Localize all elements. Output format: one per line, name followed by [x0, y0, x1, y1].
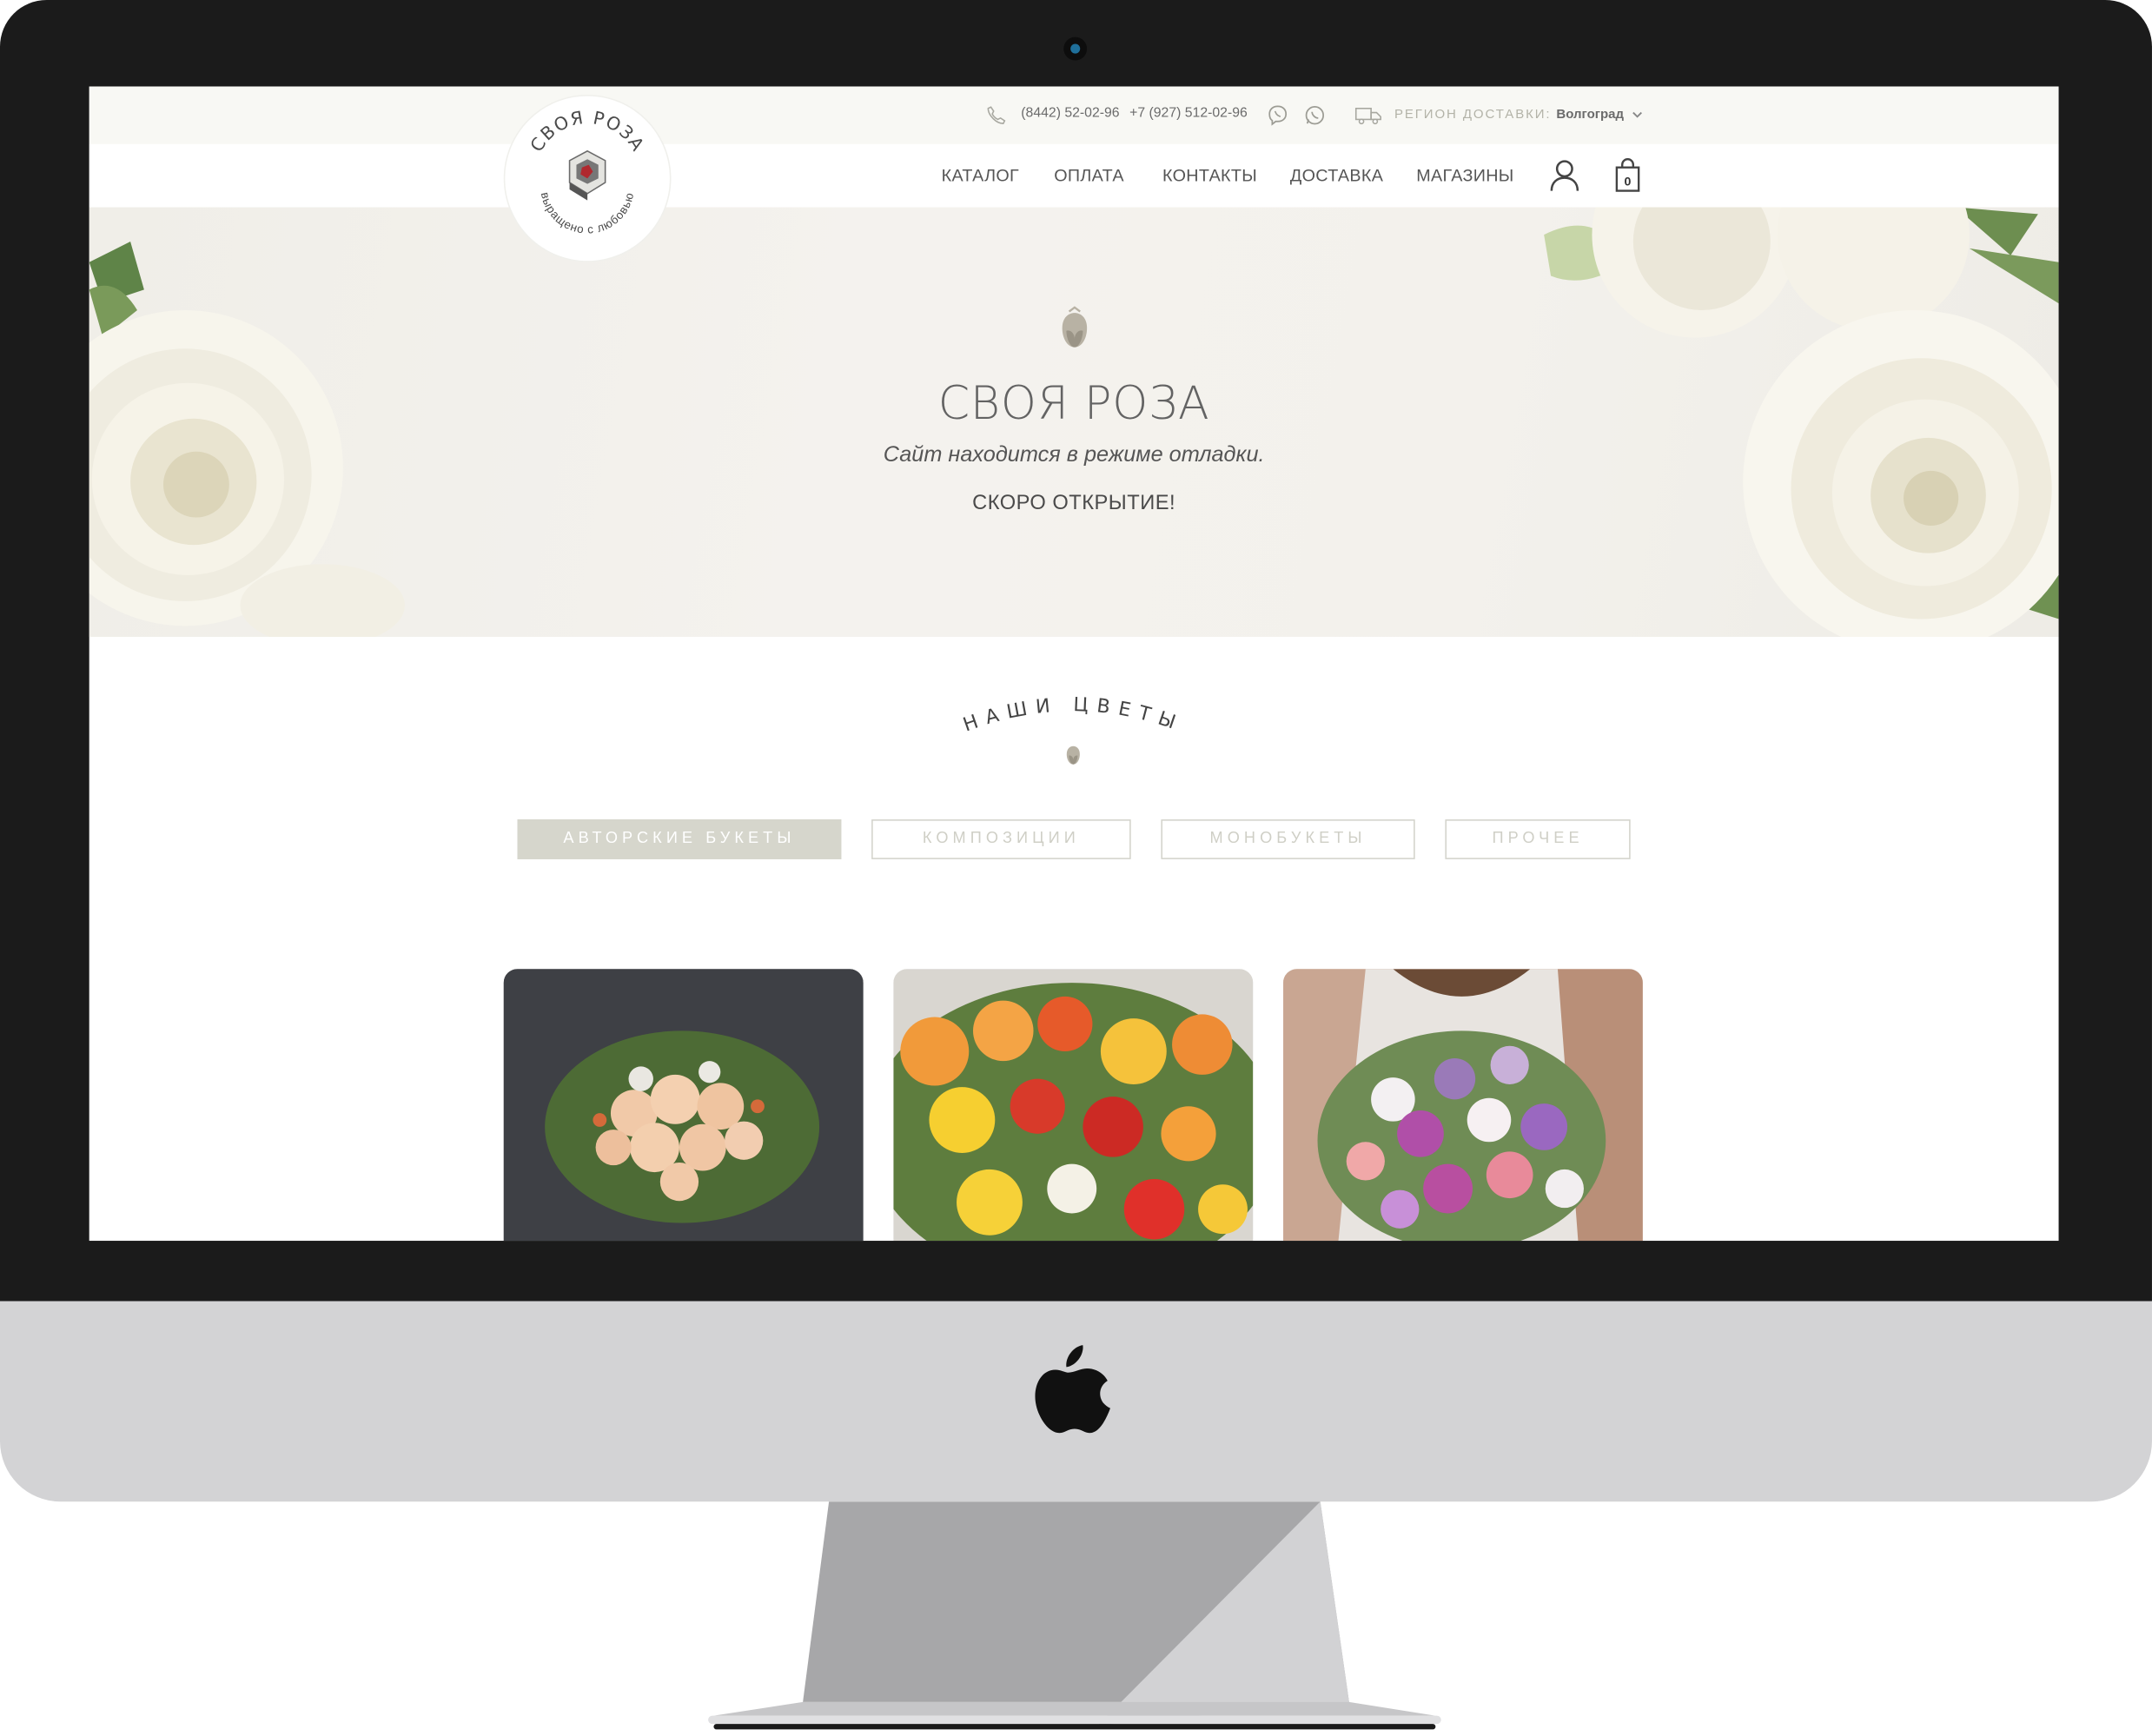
- nav-contacts[interactable]: КОНТАКТЫ: [1162, 166, 1257, 185]
- phone-number-mobile[interactable]: +7 (927) 512-02-96: [1129, 106, 1248, 121]
- product-card[interactable]: [503, 969, 864, 1242]
- browser-screen: (8442) 52-02-96 +7 (927) 512-02-96 РЕГИО…: [89, 86, 2059, 1242]
- bouquet-image: [503, 969, 864, 1242]
- tulip-icon: [1062, 306, 1088, 348]
- logo-tagline: выращено с любовью: [539, 190, 636, 235]
- user-icon[interactable]: [1549, 159, 1579, 192]
- product-card[interactable]: [1283, 969, 1643, 1242]
- viber-icon[interactable]: [1267, 104, 1288, 126]
- tulip-icon: [1066, 745, 1080, 765]
- hero-banner: СВОЯ РОЗА Сайт находится в режиме отладк…: [89, 207, 2059, 637]
- nav-delivery[interactable]: ДОСТАВКА: [1290, 166, 1383, 185]
- tab-author-bouquets[interactable]: АВТОРСКИЕ БУКЕТЫ: [517, 819, 842, 859]
- nav-payment[interactable]: ОПЛАТА: [1054, 166, 1124, 185]
- cart-count-badge: 0: [1624, 174, 1632, 189]
- apple-logo-icon: [1035, 1345, 1110, 1434]
- nav-catalog[interactable]: КАТАЛОГ: [942, 166, 1019, 185]
- tab-monobouquets[interactable]: МОНОБУКЕТЫ: [1161, 819, 1415, 859]
- logo-name: СВОЯ РОЗА: [526, 107, 647, 156]
- bouquet-image: [893, 969, 1254, 1242]
- top-bar: (8442) 52-02-96 +7 (927) 512-02-96 РЕГИО…: [89, 86, 2059, 144]
- hero-title: СВОЯ РОЗА: [937, 375, 1210, 430]
- whatsapp-icon[interactable]: [1304, 104, 1326, 126]
- site-logo[interactable]: СВОЯ РОЗА выращено с любовью: [505, 96, 670, 262]
- chevron-down-icon[interactable]: [1632, 111, 1643, 119]
- webcam: [1063, 36, 1088, 61]
- hero-coming-soon: СКОРО ОТКРЫТИЕ!: [972, 491, 1176, 515]
- imac-mockup: (8442) 52-02-96 +7 (927) 512-02-96 РЕГИО…: [0, 0, 2152, 1736]
- tab-other[interactable]: ПРОЧЕЕ: [1445, 819, 1631, 859]
- logo-emblem-icon: [568, 149, 606, 201]
- bouquet-image: [1283, 969, 1643, 1242]
- delivery-region-label: РЕГИОН ДОСТАВКИ:: [1394, 107, 1552, 123]
- nav-shops[interactable]: МАГАЗИНЫ: [1416, 166, 1513, 185]
- truck-icon: [1354, 108, 1381, 125]
- product-card[interactable]: [893, 969, 1254, 1242]
- section-title: НАШИ ЦВЕТЫ: [960, 693, 1186, 737]
- tab-compositions[interactable]: КОМПОЗИЦИИ: [871, 819, 1131, 859]
- phone-icon: [987, 106, 1006, 124]
- delivery-region-select[interactable]: Волгоград: [1556, 107, 1624, 122]
- hero-subtitle: Сайт находится в режиме отладки.: [883, 443, 1265, 467]
- phone-number-city[interactable]: (8442) 52-02-96: [1021, 106, 1119, 121]
- cart-button[interactable]: 0: [1614, 158, 1642, 194]
- svg-text:выращено с любовью: выращено с любовью: [539, 190, 637, 235]
- svg-text:СВОЯ РОЗА: СВОЯ РОЗА: [526, 107, 648, 156]
- svg-text:НАШИ ЦВЕТЫ: НАШИ ЦВЕТЫ: [960, 693, 1186, 737]
